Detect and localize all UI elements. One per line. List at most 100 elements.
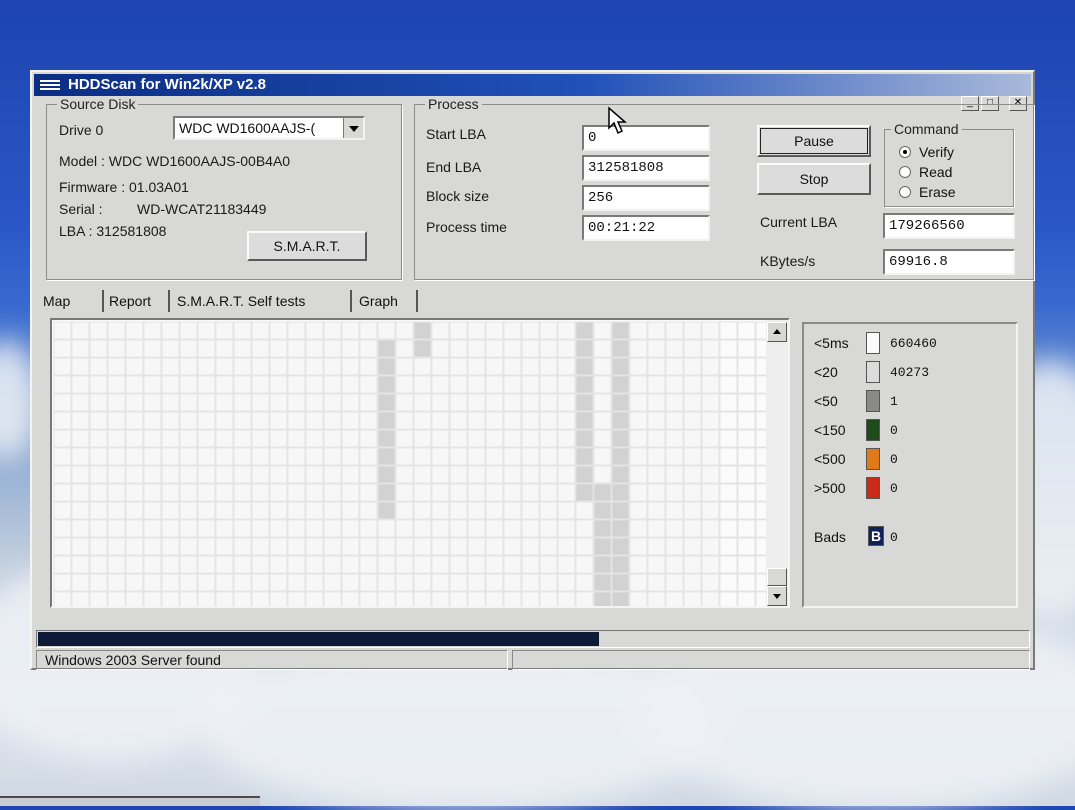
map-block-cell: [143, 411, 162, 430]
radio-erase-indicator[interactable]: [899, 186, 911, 198]
map-block-cell: [575, 447, 594, 466]
map-block-cell: [143, 465, 162, 484]
start-lba-field[interactable]: 0: [582, 125, 710, 151]
map-block-cell: [269, 519, 288, 538]
process-time-field: 00:21:22: [582, 215, 710, 241]
map-block-cell: [521, 501, 540, 520]
map-block-cell: [449, 339, 468, 358]
map-block-cell: [161, 555, 180, 574]
map-block-cell: [89, 339, 108, 358]
map-block-cell: [197, 519, 216, 538]
map-block-cell: [593, 357, 612, 376]
tab-map[interactable]: Map: [38, 290, 104, 312]
map-scrollbar[interactable]: [766, 320, 788, 606]
map-block-cell: [629, 573, 648, 592]
scroll-down-button[interactable]: [767, 586, 787, 606]
map-block-cell: [179, 393, 198, 412]
map-block-cell: [179, 465, 198, 484]
title-bar[interactable]: HDDScan for Win2k/XP v2.8: [34, 74, 1031, 96]
map-block-cell: [233, 537, 252, 556]
map-block-cell: [539, 483, 558, 502]
map-block-cell: [629, 591, 648, 606]
map-block-cell: [143, 447, 162, 466]
map-block-cell: [341, 447, 360, 466]
legend-label: <500: [814, 451, 846, 467]
map-block-cell: [323, 339, 342, 358]
map-block-cell: [305, 501, 324, 520]
radio-read-indicator[interactable]: [899, 166, 911, 178]
map-block-cell: [413, 447, 432, 466]
map-block-cell: [251, 483, 270, 502]
map-block-cell: [143, 537, 162, 556]
map-block-cell: [143, 429, 162, 448]
system-menu-icon[interactable]: [40, 80, 60, 90]
map-block-cell: [701, 357, 720, 376]
map-block-cell: [71, 357, 90, 376]
map-block-cell: [323, 447, 342, 466]
map-block-cell: [719, 537, 738, 556]
map-block-cell: [197, 339, 216, 358]
map-block-cell: [629, 429, 648, 448]
map-block-cell: [719, 429, 738, 448]
map-block-cell: [449, 411, 468, 430]
map-block-cell: [575, 375, 594, 394]
map-block-cell: [305, 483, 324, 502]
tab-smart-self-tests[interactable]: S.M.A.R.T. Self tests: [172, 290, 352, 312]
radio-read[interactable]: Read: [899, 164, 952, 180]
map-block-cell: [647, 321, 666, 340]
map-block-cell: [539, 591, 558, 606]
map-block-cell: [287, 537, 306, 556]
map-block-cell: [71, 429, 90, 448]
source-disk-group: Source Disk Drive 0 WDC WD1600AAJS-( Mod…: [46, 96, 402, 280]
map-block-cell: [719, 483, 738, 502]
map-block-cell: [179, 411, 198, 430]
end-lba-field[interactable]: 312581808: [582, 155, 710, 181]
map-block-cell: [161, 447, 180, 466]
radio-verify[interactable]: Verify: [899, 144, 954, 160]
map-block-cell: [125, 357, 144, 376]
map-block-cell: [89, 411, 108, 430]
pause-button[interactable]: Pause: [757, 125, 871, 157]
chevron-down-icon[interactable]: [343, 118, 363, 138]
map-block-cell: [755, 393, 766, 412]
scroll-thumb[interactable]: [767, 568, 787, 586]
map-block-cell: [125, 429, 144, 448]
map-block-cell: [737, 465, 756, 484]
block-size-field[interactable]: 256: [582, 185, 710, 211]
map-block-cell: [377, 555, 396, 574]
smart-button[interactable]: S.M.A.R.T.: [247, 231, 367, 261]
map-block-cell: [647, 537, 666, 556]
map-block-cell: [251, 537, 270, 556]
map-block-cell: [431, 465, 450, 484]
scroll-up-button[interactable]: [767, 322, 787, 342]
map-block-cell: [305, 393, 324, 412]
map-block-cell: [467, 465, 486, 484]
map-block-cell: [467, 447, 486, 466]
map-block-cell: [323, 393, 342, 412]
map-block-cell: [701, 411, 720, 430]
map-block-cell: [323, 411, 342, 430]
map-block-cell: [71, 537, 90, 556]
map-block-cell: [287, 573, 306, 592]
radio-verify-indicator[interactable]: [899, 146, 911, 158]
stop-button[interactable]: Stop: [757, 163, 871, 195]
drive-select[interactable]: WDC WD1600AAJS-(: [173, 116, 365, 140]
tab-graph[interactable]: Graph: [354, 290, 418, 312]
map-block-cell: [557, 321, 576, 340]
legend-label: >500: [814, 480, 846, 496]
map-block-cell: [485, 501, 504, 520]
map-block-cell: [755, 375, 766, 394]
map-block-cell: [215, 501, 234, 520]
map-block-cell: [665, 483, 684, 502]
map-block-cell: [53, 537, 72, 556]
map-block-cell: [701, 393, 720, 412]
radio-erase[interactable]: Erase: [899, 184, 956, 200]
tab-report[interactable]: Report: [104, 290, 170, 312]
command-group: Command Verify Read Erase: [884, 121, 1014, 207]
serial-label: Serial :: [59, 201, 103, 217]
map-block-cell: [71, 465, 90, 484]
map-block-cell: [755, 429, 766, 448]
map-block-cell: [521, 555, 540, 574]
map-block-cell: [251, 357, 270, 376]
map-block-cell: [215, 555, 234, 574]
